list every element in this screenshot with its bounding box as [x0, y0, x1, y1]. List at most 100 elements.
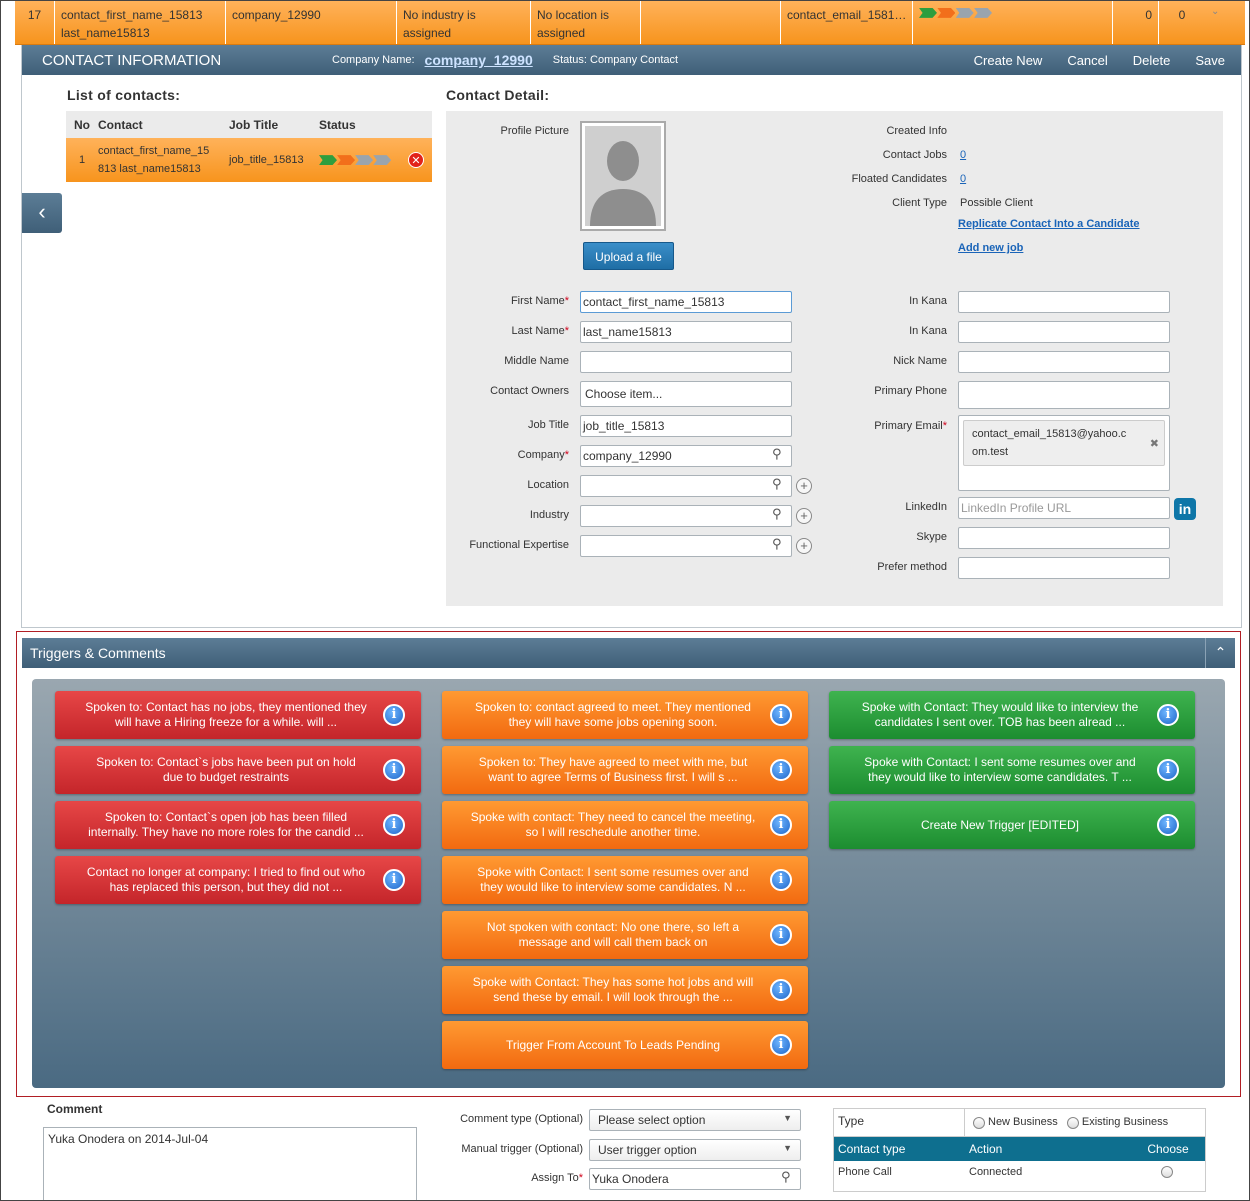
info-icon[interactable]: i: [770, 979, 792, 1001]
info-icon[interactable]: i: [383, 759, 405, 781]
location-input[interactable]: [580, 475, 792, 497]
linkedin-icon[interactable]: in: [1174, 498, 1196, 520]
create-new-trigger-button[interactable]: Create New Trigger [EDITED] i: [829, 801, 1195, 849]
location-search-icon[interactable]: ⚲: [772, 476, 782, 492]
save-button[interactable]: Save: [1195, 53, 1225, 68]
cancel-button[interactable]: Cancel: [1067, 53, 1107, 68]
manual-trigger-select[interactable]: User trigger option ▼: [589, 1139, 801, 1161]
row-company: company_12990: [226, 1, 397, 44]
contact-owners-select[interactable]: Choose item...: [580, 381, 792, 407]
trigger-button-green-2[interactable]: Spoke with Contact: I sent some resumes …: [829, 746, 1195, 794]
upload-file-button[interactable]: Upload a file: [583, 242, 674, 270]
middle-name-input[interactable]: [580, 351, 792, 373]
trigger-line1: Spoke with Contact: I sent some resumes …: [477, 865, 749, 879]
functional-expertise-input[interactable]: [580, 535, 792, 557]
avatar-silhouette-icon: [585, 126, 661, 226]
trigger-button-orange-7[interactable]: Trigger From Account To Leads Pending i: [442, 1021, 808, 1069]
trigger-button-red-1[interactable]: Spoken to: Contact has no jobs, they men…: [55, 691, 421, 739]
collapse-chevron-icon[interactable]: ⌃: [1205, 638, 1235, 668]
info-icon[interactable]: i: [383, 814, 405, 836]
row-location-line1: No location is: [537, 8, 610, 22]
info-icon[interactable]: i: [383, 869, 405, 891]
manual-trigger-label: Manual trigger (Optional): [461, 1143, 583, 1155]
job-title-label: Job Title: [528, 419, 569, 431]
col-job-title: Job Title: [229, 117, 279, 132]
required-mark: *: [578, 1172, 583, 1184]
trigger-button-orange-4[interactable]: Spoke with Contact: I sent some resumes …: [442, 856, 808, 904]
status-pill-grey: [355, 155, 374, 166]
info-icon[interactable]: i: [770, 924, 792, 946]
info-icon[interactable]: i: [770, 704, 792, 726]
remove-contact-icon[interactable]: ✕: [408, 152, 424, 168]
contact-jobs-link[interactable]: 0: [960, 149, 966, 161]
contact-list-row-selected[interactable]: 17 contact_first_name_15813 last_name158…: [15, 1, 1245, 45]
manual-trigger-value: User trigger option: [598, 1143, 697, 1157]
create-new-button[interactable]: Create New: [974, 53, 1043, 68]
primary-phone-input[interactable]: [958, 381, 1170, 409]
info-icon[interactable]: i: [770, 1034, 792, 1056]
remove-email-icon[interactable]: ✖: [1150, 435, 1159, 453]
company-search-icon[interactable]: ⚲: [772, 446, 782, 462]
company-name-link[interactable]: company_12990: [425, 52, 533, 68]
row-count-1: 0: [1113, 1, 1159, 44]
assign-search-icon[interactable]: ⚲: [781, 1169, 791, 1185]
table-row[interactable]: 1 contact_first_name_15 813 last_name158…: [66, 138, 432, 182]
linkedin-input[interactable]: LinkedIn Profile URL: [958, 497, 1170, 519]
floated-candidates-link[interactable]: 0: [960, 173, 966, 185]
new-business-radio[interactable]: [973, 1116, 985, 1129]
trigger-button-red-2[interactable]: Spoken to: Contact`s jobs have been put …: [55, 746, 421, 794]
in-kana-input[interactable]: [958, 291, 1170, 313]
info-icon[interactable]: i: [770, 759, 792, 781]
row-status-pills: [319, 154, 399, 166]
trigger-line1: Spoken to: They have agreed to meet with…: [478, 755, 748, 769]
row-contact-line2: 813 last_name15813: [98, 163, 201, 175]
row-contact-type: Phone Call: [838, 1166, 892, 1178]
add-new-job-link[interactable]: Add new job: [958, 242, 1023, 254]
row-industry-line1: No industry is: [403, 8, 476, 22]
trigger-button-green-1[interactable]: Spoke with Contact: They would like to i…: [829, 691, 1195, 739]
trigger-button-red-4[interactable]: Contact no longer at company: I tried to…: [55, 856, 421, 904]
existing-business-radio[interactable]: [1066, 1116, 1079, 1129]
expertise-search-icon[interactable]: ⚲: [772, 536, 782, 552]
trigger-button-orange-1[interactable]: Spoken to: contact agreed to meet. They …: [442, 691, 808, 739]
trigger-button-orange-5[interactable]: Not spoken with contact: No one there, s…: [442, 911, 808, 959]
floated-candidates-label: Floated Candidates: [851, 173, 947, 185]
row-number: 17: [15, 1, 55, 44]
comment-type-select[interactable]: Please select option ▼: [589, 1109, 801, 1131]
trigger-button-red-3[interactable]: Spoken to: Contact`s open job has been f…: [55, 801, 421, 849]
trigger-button-orange-3[interactable]: Spoke with contact: They need to cancel …: [442, 801, 808, 849]
info-icon[interactable]: i: [1157, 759, 1179, 781]
row-contact: contact_first_name_15 813 last_name15813: [98, 142, 229, 178]
back-arrow-button[interactable]: ‹: [22, 193, 62, 233]
delete-button[interactable]: Delete: [1133, 53, 1171, 68]
primary-email-input[interactable]: contact_email_15813@yahoo.c om.test ✖: [958, 415, 1170, 491]
company-input[interactable]: company_12990: [580, 445, 792, 467]
in-kana-2-label: In Kana: [909, 325, 947, 337]
industry-search-icon[interactable]: ⚲: [772, 506, 782, 522]
info-icon[interactable]: i: [383, 704, 405, 726]
industry-input[interactable]: [580, 505, 792, 527]
first-name-input[interactable]: contact_first_name_15813: [580, 291, 792, 313]
trigger-button-orange-2[interactable]: Spoken to: They have agreed to meet with…: [442, 746, 808, 794]
row-expand-icon[interactable]: ⌄: [1205, 1, 1235, 44]
trigger-line2: message and will call them back on: [518, 935, 708, 949]
info-icon[interactable]: i: [1157, 704, 1179, 726]
prefer-method-input[interactable]: [958, 557, 1170, 579]
skype-input[interactable]: [958, 527, 1170, 549]
nick-name-input[interactable]: [958, 351, 1170, 373]
add-location-icon[interactable]: +: [796, 478, 812, 494]
info-icon[interactable]: i: [1157, 814, 1179, 836]
job-title-input[interactable]: job_title_15813: [580, 415, 792, 437]
in-kana-2-input[interactable]: [958, 321, 1170, 343]
choose-radio[interactable]: [1160, 1166, 1173, 1179]
trigger-button-orange-6[interactable]: Spoke with Contact: They has some hot jo…: [442, 966, 808, 1014]
comment-textarea[interactable]: Yuka Onodera on 2014-Jul-04: [43, 1127, 417, 1200]
info-icon[interactable]: i: [770, 814, 792, 836]
replicate-contact-link[interactable]: Replicate Contact Into a Candidate: [958, 218, 1140, 230]
assign-to-input[interactable]: Yuka Onodera: [589, 1168, 801, 1190]
contacts-table: No Contact Job Title Status 1 contact_fi…: [66, 111, 432, 182]
profile-picture: [580, 121, 666, 231]
last-name-input[interactable]: last_name15813: [580, 321, 792, 343]
row-job-title: job_title_15813: [229, 154, 304, 166]
info-icon[interactable]: i: [770, 869, 792, 891]
